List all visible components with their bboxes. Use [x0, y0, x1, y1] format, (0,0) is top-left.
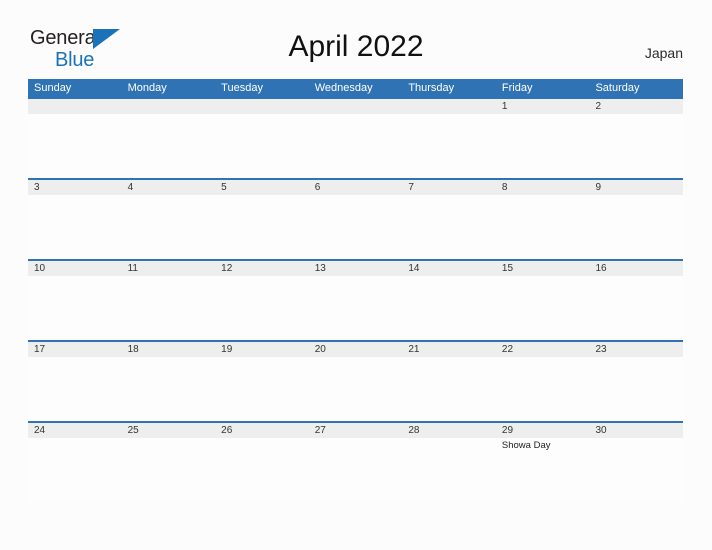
day-event-area[interactable] [28, 195, 122, 259]
day-event-area[interactable] [496, 195, 590, 259]
date-number[interactable]: 22 [496, 342, 590, 357]
region-label: Japan [644, 45, 683, 61]
day-event-area[interactable] [589, 114, 683, 178]
week-date-band: 3 4 5 6 7 8 9 [28, 178, 683, 195]
date-number[interactable]: 15 [496, 261, 590, 276]
day-event-area[interactable] [122, 276, 216, 340]
date-number[interactable]: 2 [589, 99, 683, 114]
day-event-area[interactable] [309, 195, 403, 259]
date-number[interactable] [28, 99, 122, 114]
day-event-area[interactable] [215, 195, 309, 259]
date-number[interactable]: 24 [28, 423, 122, 438]
date-number[interactable]: 6 [309, 180, 403, 195]
date-number[interactable]: 28 [402, 423, 496, 438]
date-number[interactable]: 4 [122, 180, 216, 195]
week-date-band: 1 2 [28, 97, 683, 114]
day-header-wednesday: Wednesday [314, 82, 373, 94]
week-event-band [28, 114, 683, 178]
day-event-area[interactable] [122, 357, 216, 421]
week-event-band: Showa Day [28, 438, 683, 502]
date-number[interactable]: 27 [309, 423, 403, 438]
date-number[interactable]: 10 [28, 261, 122, 276]
date-number[interactable]: 21 [402, 342, 496, 357]
calendar-page: General Blue April 2022 Japan Sunday Mon… [0, 0, 712, 550]
day-event-area[interactable] [122, 114, 216, 178]
day-event-area[interactable] [496, 276, 590, 340]
date-number[interactable]: 18 [122, 342, 216, 357]
date-number[interactable] [215, 99, 309, 114]
date-number[interactable]: 3 [28, 180, 122, 195]
day-event-area[interactable] [28, 438, 122, 502]
holiday-label[interactable]: Showa Day [496, 438, 590, 502]
day-event-area[interactable] [589, 276, 683, 340]
week-event-band [28, 357, 683, 421]
day-header-monday: Monday [127, 82, 167, 94]
day-header-saturday: Saturday [595, 82, 640, 94]
day-event-area[interactable] [589, 357, 683, 421]
day-event-area[interactable] [28, 357, 122, 421]
day-header-sunday: Sunday [34, 82, 72, 94]
date-number[interactable]: 19 [215, 342, 309, 357]
date-number[interactable]: 8 [496, 180, 590, 195]
date-number[interactable]: 12 [215, 261, 309, 276]
week-date-band: 17 18 19 20 21 22 23 [28, 340, 683, 357]
day-event-area[interactable] [496, 114, 590, 178]
day-of-week-header-row: Sunday Monday Tuesday Wednesday Thursday… [28, 79, 683, 97]
day-header-friday: Friday [501, 82, 533, 94]
day-event-area[interactable] [402, 114, 496, 178]
day-event-area[interactable] [309, 276, 403, 340]
day-event-area[interactable] [402, 438, 496, 502]
day-event-area[interactable] [402, 276, 496, 340]
day-event-area[interactable] [215, 438, 309, 502]
page-title: April 2022 [288, 30, 424, 63]
day-event-area[interactable] [309, 357, 403, 421]
day-event-area[interactable] [402, 195, 496, 259]
date-number[interactable]: 25 [122, 423, 216, 438]
date-number[interactable]: 16 [589, 261, 683, 276]
day-event-area[interactable] [28, 276, 122, 340]
day-event-area[interactable] [309, 438, 403, 502]
date-number[interactable]: 13 [309, 261, 403, 276]
page-header: General Blue April 2022 Japan [0, 0, 712, 75]
date-number[interactable]: 29 [496, 423, 590, 438]
day-event-area[interactable] [309, 114, 403, 178]
day-event-area[interactable] [589, 438, 683, 502]
day-event-area[interactable] [402, 357, 496, 421]
day-event-area[interactable] [215, 276, 309, 340]
day-event-area[interactable] [122, 195, 216, 259]
day-event-area[interactable] [215, 114, 309, 178]
date-number[interactable] [309, 99, 403, 114]
date-number[interactable]: 11 [122, 261, 216, 276]
day-event-area[interactable] [589, 195, 683, 259]
day-header-tuesday: Tuesday [221, 82, 263, 94]
date-number[interactable]: 17 [28, 342, 122, 357]
day-event-area[interactable] [215, 357, 309, 421]
week-row: 1 2 [28, 97, 683, 178]
day-header-thursday: Thursday [408, 82, 455, 94]
day-event-area[interactable] [122, 438, 216, 502]
day-event-area[interactable] [28, 114, 122, 178]
date-number[interactable] [122, 99, 216, 114]
week-row: 24 25 26 27 28 29 30 Showa Day [28, 421, 683, 502]
date-number[interactable]: 23 [589, 342, 683, 357]
date-number[interactable]: 26 [215, 423, 309, 438]
week-row: 17 18 19 20 21 22 23 [28, 340, 683, 421]
date-number[interactable]: 14 [402, 261, 496, 276]
date-number[interactable]: 7 [402, 180, 496, 195]
date-number[interactable]: 1 [496, 99, 590, 114]
week-row: 10 11 12 13 14 15 16 [28, 259, 683, 340]
calendar-grid: Sunday Monday Tuesday Wednesday Thursday… [28, 79, 683, 502]
week-date-band: 24 25 26 27 28 29 30 [28, 421, 683, 438]
date-number[interactable]: 30 [589, 423, 683, 438]
date-number[interactable]: 20 [309, 342, 403, 357]
week-row: 3 4 5 6 7 8 9 [28, 178, 683, 259]
week-event-band [28, 276, 683, 340]
date-number[interactable]: 5 [215, 180, 309, 195]
date-number[interactable] [402, 99, 496, 114]
week-event-band [28, 195, 683, 259]
date-number[interactable]: 9 [589, 180, 683, 195]
day-event-area[interactable] [496, 357, 590, 421]
week-date-band: 10 11 12 13 14 15 16 [28, 259, 683, 276]
